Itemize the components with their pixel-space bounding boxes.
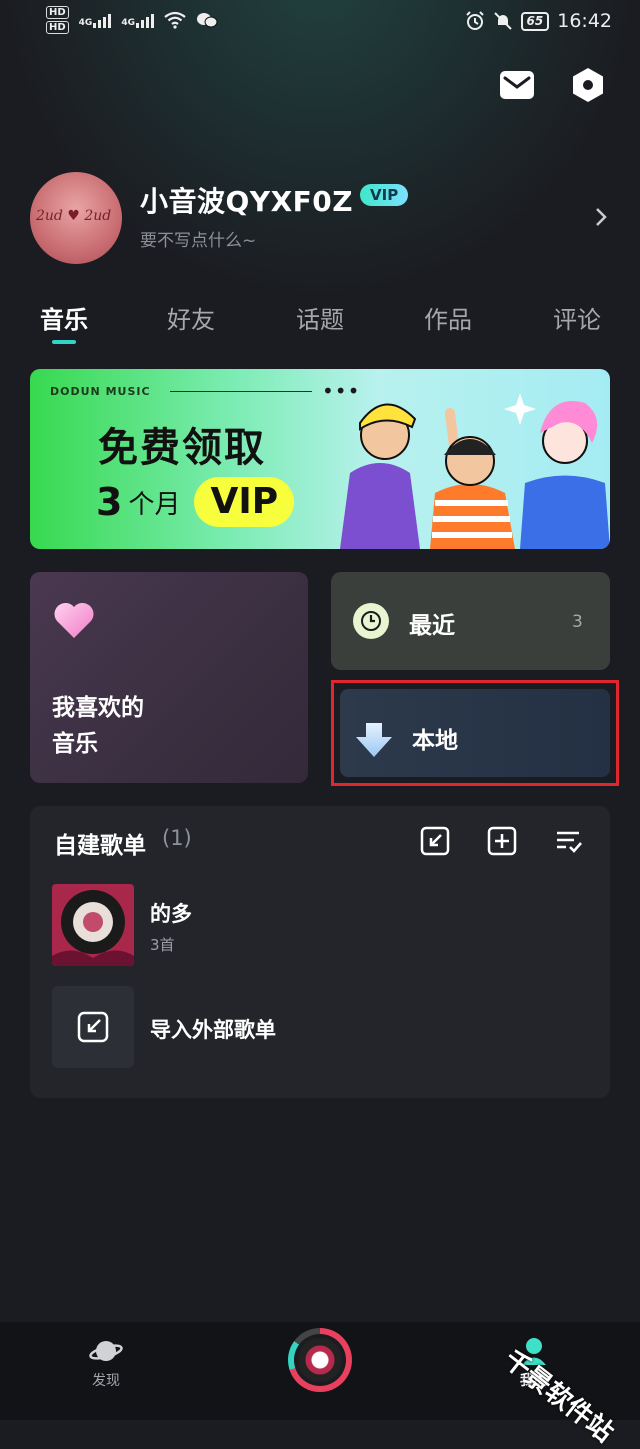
banner-brand: DODUN MUSIC: [50, 385, 151, 398]
playlist-track-count: 3首: [150, 936, 175, 954]
banner-title: 免费领取: [98, 425, 266, 471]
now-playing-disc-button[interactable]: [288, 1328, 352, 1392]
local-label: 本地: [412, 728, 458, 754]
avatar[interactable]: 2ud ♥ 2ud: [30, 172, 122, 264]
tab-comments[interactable]: 评论: [553, 300, 601, 335]
avatar-scribble: 2ud ♥ 2ud: [36, 208, 112, 224]
sim-badges: HD HD: [46, 6, 69, 34]
import-external-label[interactable]: 导入外部歌单: [150, 1014, 276, 1044]
playlist-name[interactable]: 的多: [150, 898, 192, 928]
import-icon: [77, 1011, 109, 1043]
profile-chevron-right-icon[interactable]: [594, 206, 608, 232]
signal-2: 4G: [121, 12, 154, 28]
wechat-icon: [196, 13, 218, 28]
bio-text[interactable]: 要不写点什么~: [140, 226, 256, 251]
manage-playlist-button[interactable]: [554, 826, 584, 856]
vip-badge[interactable]: VIP: [360, 184, 409, 206]
import-playlist-button[interactable]: [420, 826, 450, 856]
alarm-icon: [465, 11, 484, 30]
clock-icon: [353, 603, 389, 639]
profile-tabs: 音乐 好友 话题 作品 评论: [0, 300, 640, 350]
banner-unit: 个月: [128, 489, 181, 520]
liked-music-label: 我喜欢的 音乐: [52, 690, 144, 762]
tab-topics[interactable]: 话题: [296, 300, 344, 335]
playlist-cover[interactable]: [52, 884, 134, 966]
banner-characters-illustration: [340, 393, 610, 549]
playlist-section-title: 自建歌单: [54, 833, 146, 859]
settings-button[interactable]: [569, 66, 607, 104]
disc-icon: [298, 1338, 342, 1382]
recent-count: 3: [572, 612, 583, 632]
recent-label: 最近: [409, 613, 455, 639]
disc-ring: [294, 1334, 346, 1386]
battery-indicator: 65: [520, 11, 550, 31]
nav-discover-label: 发现: [92, 1373, 120, 1389]
tab-indicator: [52, 340, 76, 344]
planet-icon: [89, 1341, 123, 1361]
net1-label: 4G: [78, 18, 93, 28]
import-icon: [420, 826, 450, 856]
status-time: 16:42: [557, 10, 612, 32]
status-bar-left: HD HD 4G 4G: [46, 6, 218, 34]
status-bar-right: 65 16:42: [465, 10, 612, 32]
heart-icon: [54, 602, 94, 638]
wifi-icon: [164, 11, 186, 29]
tab-friends[interactable]: 好友: [167, 300, 215, 335]
nav-discover[interactable]: 发现: [66, 1336, 146, 1390]
promo-banner[interactable]: DODUN MUSIC ••• 免费领取 3 个月 VIP: [30, 369, 610, 549]
banner-vip-label: VIP: [194, 477, 295, 527]
signal-1: 4G: [79, 12, 112, 28]
recent-card[interactable]: 最近 3: [331, 572, 610, 670]
hexagon-settings-icon: [573, 68, 603, 102]
liked-music-card[interactable]: 我喜欢的 音乐: [30, 572, 308, 783]
vinyl-cover-image: [52, 884, 134, 966]
mute-bell-icon: [493, 12, 512, 30]
local-card[interactable]: 本地: [340, 689, 610, 777]
banner-subtitle: 3 个月 VIP: [96, 477, 295, 527]
mail-icon: [500, 71, 534, 99]
net2-label: 4G: [121, 18, 135, 28]
banner-divider: [170, 391, 312, 392]
signal-bars-icon: [93, 12, 112, 28]
tab-music[interactable]: 音乐: [40, 300, 88, 335]
signal-bars-icon: [135, 12, 154, 28]
username[interactable]: 小音波QYXF0Z: [140, 180, 353, 220]
add-square-icon: [487, 826, 517, 856]
playlist-section: 自建歌单 (1) 的多 3首 导入外部歌单: [30, 806, 610, 1098]
liked-music-line2: 音乐: [52, 731, 98, 757]
tab-works[interactable]: 作品: [424, 300, 472, 335]
sim2-badge: HD: [46, 21, 69, 34]
playlist-count: (1): [162, 826, 192, 850]
banner-number: 3: [96, 480, 123, 524]
liked-music-line1: 我喜欢的: [52, 695, 144, 721]
list-check-icon: [557, 831, 582, 853]
mail-button[interactable]: [498, 66, 536, 104]
local-highlight-box: 本地: [331, 680, 619, 786]
import-external-button[interactable]: [52, 986, 134, 1068]
download-arrow-icon: [356, 723, 392, 757]
sim1-badge: HD: [46, 6, 69, 19]
create-playlist-button[interactable]: [487, 826, 517, 856]
